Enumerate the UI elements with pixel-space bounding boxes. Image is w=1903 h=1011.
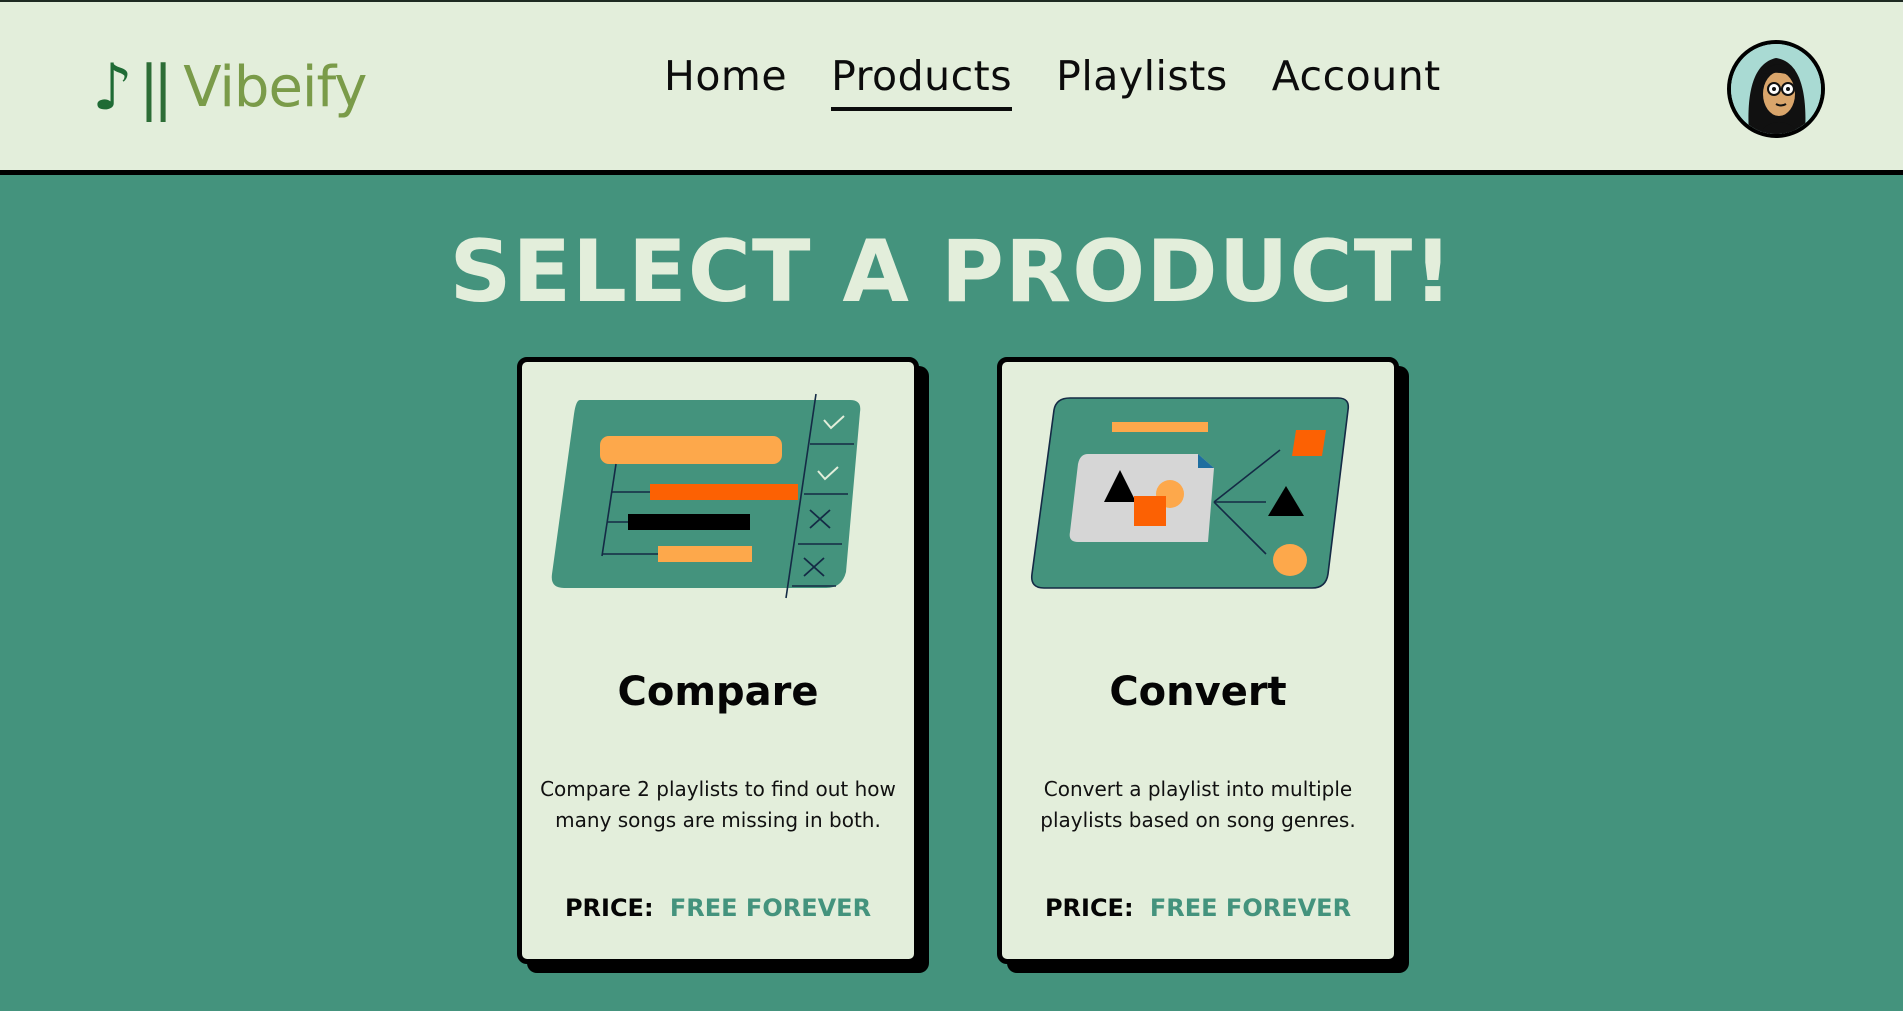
product-card-convert[interactable]: Convert Convert a playlist into multiple…	[997, 357, 1399, 964]
compare-illustration-icon	[551, 393, 861, 599]
top-header: ♪ || Vibeify Home Products Playlists Acc…	[0, 0, 1903, 175]
logo-bars: ||	[138, 53, 174, 123]
card-description: Compare 2 playlists to find out how many…	[540, 777, 896, 832]
nav-products[interactable]: Products	[831, 53, 1013, 112]
music-note-icon: ♪	[92, 51, 133, 125]
main-nav: Home Products Playlists Account	[664, 53, 1441, 112]
convert-illustration-icon	[1030, 397, 1350, 589]
page-title: SELECT A PRODUCT!	[449, 222, 1454, 322]
card-title: Compare	[617, 669, 819, 715]
nav-home[interactable]: Home	[664, 53, 787, 111]
card-price: PRICE: FREE FOREVER	[522, 894, 914, 922]
user-avatar[interactable]	[1727, 40, 1825, 138]
logo-text: Vibeify	[183, 55, 367, 120]
avatar-portrait-icon	[1731, 44, 1821, 134]
card-price: PRICE: FREE FOREVER	[1002, 894, 1394, 922]
nav-playlists[interactable]: Playlists	[1056, 53, 1228, 111]
price-value: FREE FOREVER	[669, 894, 872, 922]
price-label: PRICE:	[564, 894, 654, 922]
vibeify-logo[interactable]: ♪ || Vibeify	[92, 48, 367, 128]
product-card-compare[interactable]: Compare Compare 2 playlists to find out …	[517, 357, 919, 964]
card-description: Convert a playlist into multiple playlis…	[1040, 777, 1356, 832]
price-value: FREE FOREVER	[1149, 894, 1352, 922]
nav-account[interactable]: Account	[1272, 53, 1441, 111]
card-title: Convert	[1109, 669, 1287, 715]
price-label: PRICE:	[1044, 894, 1134, 922]
